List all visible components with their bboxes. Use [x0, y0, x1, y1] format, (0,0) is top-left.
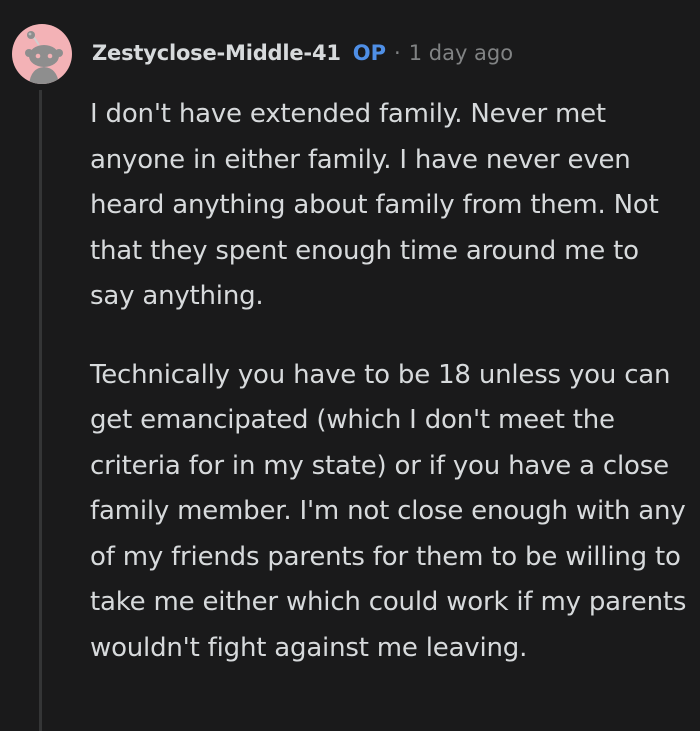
thread-collapse-line[interactable]	[39, 90, 42, 731]
comment-body: I don't have extended family. Never met …	[90, 92, 690, 671]
comment-timestamp[interactable]: 1 day ago	[409, 41, 513, 65]
op-badge: OP	[352, 41, 387, 65]
separator-dot: ·	[394, 41, 401, 65]
comment-paragraph: I don't have extended family. Never met …	[90, 99, 659, 311]
user-avatar[interactable]	[12, 24, 72, 84]
snoo-avatar-icon	[25, 31, 63, 84]
comment: Zestyclose-Middle-41 OP · 1 day ago I do…	[0, 0, 700, 731]
comment-header: Zestyclose-Middle-41 OP · 1 day ago	[92, 36, 513, 70]
comment-paragraph: Technically you have to be 18 unless you…	[90, 359, 687, 663]
username-link[interactable]: Zestyclose-Middle-41	[92, 41, 341, 65]
